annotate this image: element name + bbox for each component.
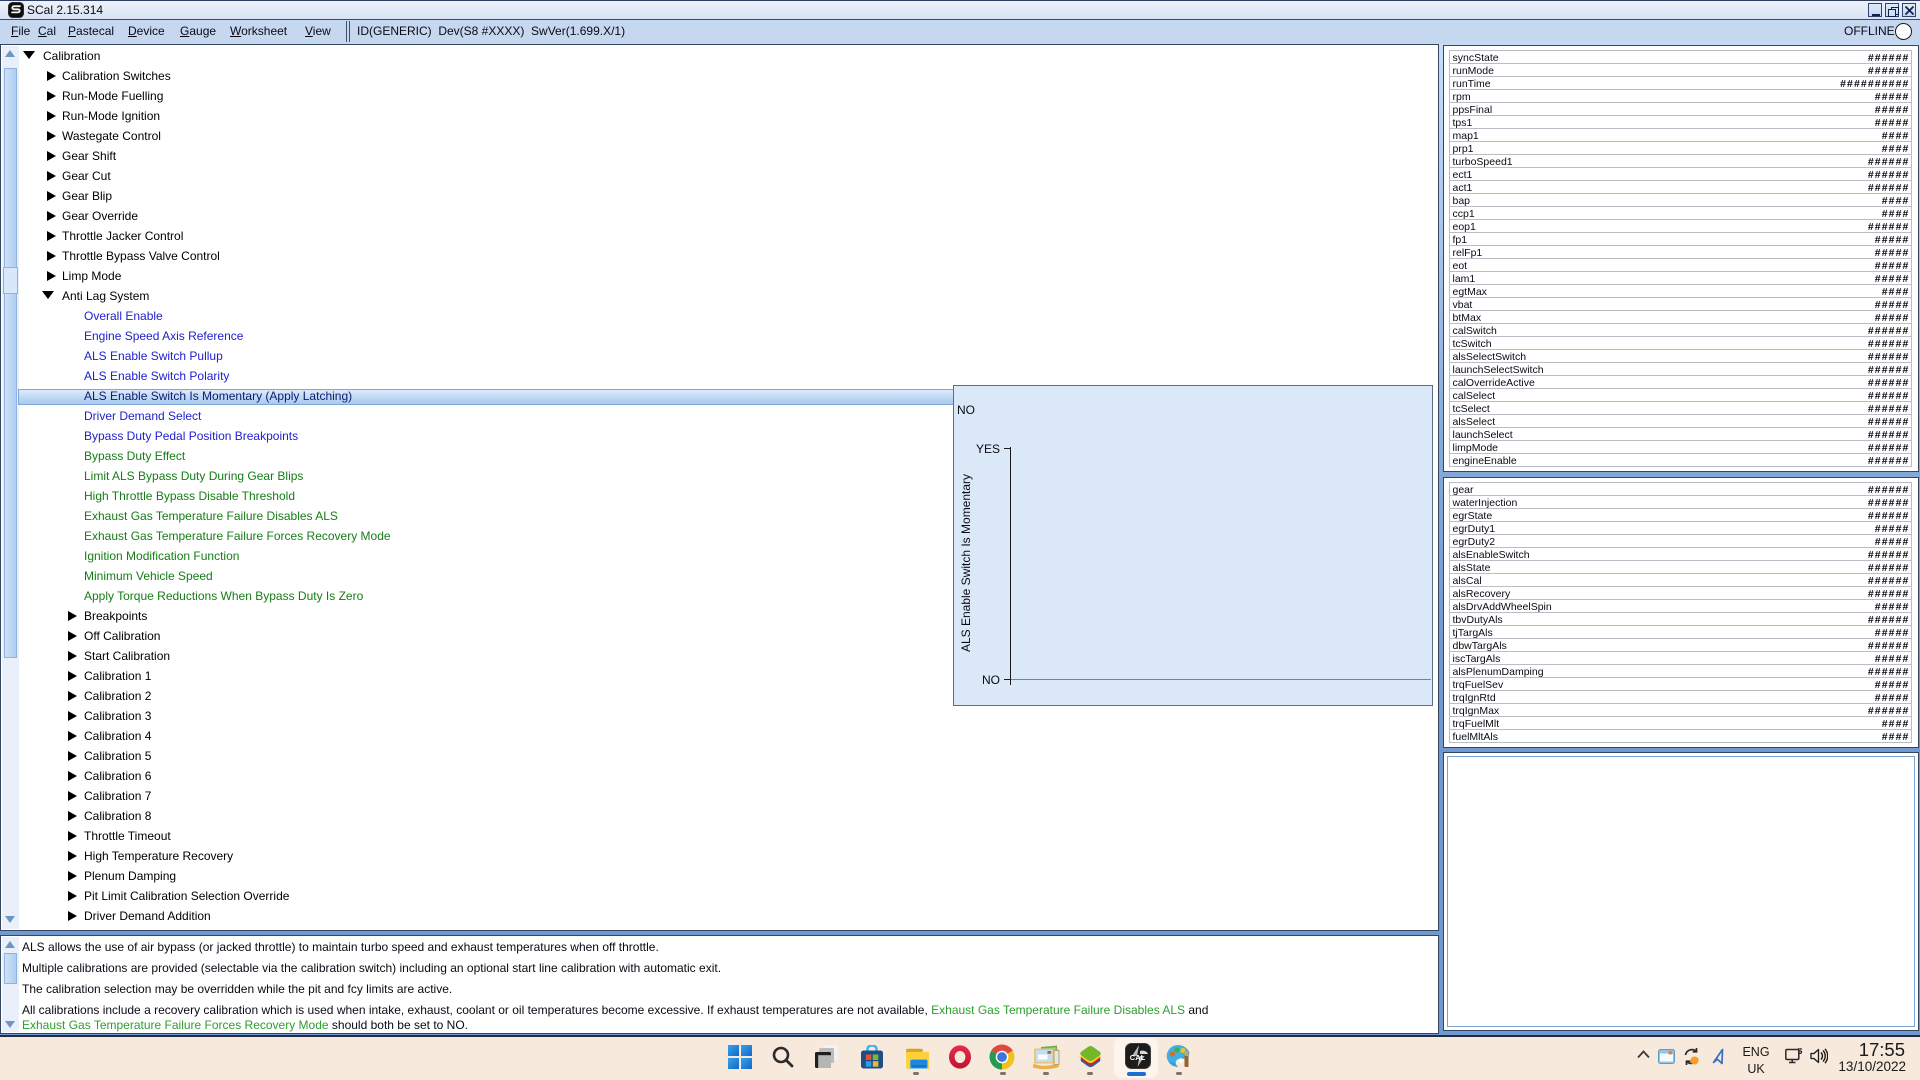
svg-text:CAL: CAL [1130,1053,1146,1062]
